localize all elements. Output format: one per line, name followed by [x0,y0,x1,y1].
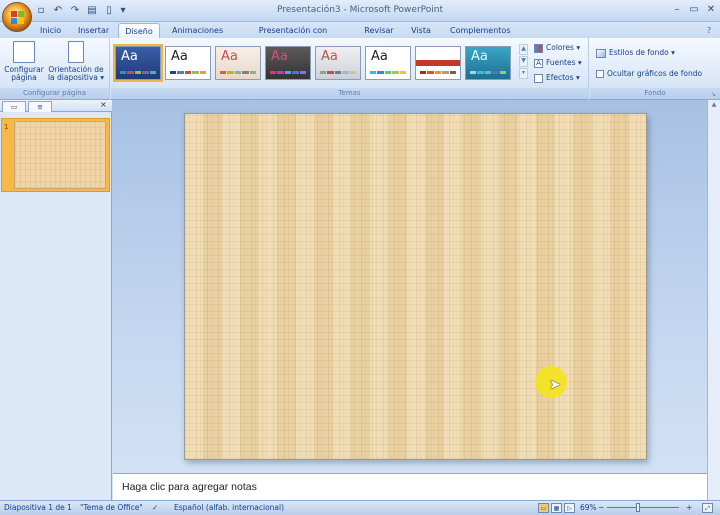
group-label-themes: Temas [111,88,588,99]
group-label-page-setup: Configurar página [0,88,109,99]
vertical-scrollbar[interactable]: ▲ [707,100,720,473]
theme-fonts-label: Fuentes ▾ [546,58,582,67]
hide-background-graphics-label: Ocultar gráficos de fondo [607,69,703,78]
zoom-out-button[interactable]: − [598,503,604,512]
orientation-button[interactable]: Orientación de la diapositiva ▾ [46,41,106,82]
page-setup-label-2: página [11,73,37,82]
theme-2[interactable]: Aa [165,46,211,80]
minimize-button[interactable]: – [668,3,686,17]
tab-outline-icon[interactable]: ≡ [28,101,52,112]
group-page-setup: Configurar página Orientación de la diap… [0,38,110,100]
status-theme-name: "Tema de Office" [80,503,143,512]
office-button[interactable] [2,2,32,32]
tab-animaciones[interactable]: Animaciones [168,23,226,38]
themes-scroll-down-button[interactable]: ▼ [519,56,528,67]
maximize-button[interactable]: ▭ [685,3,703,17]
tab-inicio[interactable]: Inicio [36,23,64,38]
themes-more-button[interactable]: ▾ [519,68,528,79]
theme-colors-button[interactable]: Colores ▾ [534,42,580,54]
page-setup-icon [13,41,35,63]
theme-5[interactable]: Aa [315,46,361,80]
orientation-label-2: la diapositiva ▾ [47,73,105,82]
group-background: Estilos de fondo ▾ Ocultar gráficos de f… [590,38,720,100]
customize-qat-icon[interactable]: ▾ [119,4,127,18]
theme-4[interactable]: Aa [265,46,311,80]
theme-effects-button[interactable]: Efectos ▾ [534,72,580,84]
theme-preview-text: Aa [221,49,238,64]
effects-icon [534,73,543,83]
spellcheck-icon[interactable]: ✓ [152,503,158,512]
theme-7[interactable]: Aa [415,46,461,80]
tab-insertar[interactable]: Insertar [74,23,112,38]
slide-sorter-view-button[interactable]: ▦ [551,503,562,513]
tab-complementos[interactable]: Complementos [446,23,510,38]
status-language[interactable]: Español (alfab. internacional) [174,503,284,512]
zoom-level[interactable]: 69% [580,503,597,512]
normal-view-button[interactable]: ▭ [538,503,549,513]
redo-icon[interactable]: ↷ [68,4,82,18]
slide-thumbnail[interactable] [14,121,106,189]
themes-scroll-up-button[interactable]: ▲ [519,44,528,55]
window-title: Presentación3 - Microsoft PowerPoint [276,5,443,15]
dialog-launcher-icon[interactable]: ↘ [711,91,716,98]
colors-icon [534,43,543,53]
background-styles-button[interactable]: Estilos de fondo ▾ [596,47,675,59]
slide-canvas[interactable] [184,113,647,460]
fit-to-window-button[interactable]: ⤢ [702,503,713,513]
fonts-icon: A [534,58,543,68]
background-styles-icon [596,48,606,58]
tab-presentacion[interactable]: Presentación con diapositivas [234,23,352,50]
quick-access-toolbar: ▫ ↶ ↷ ▤ ▯ ▾ [34,4,127,18]
notes-scrollbar[interactable] [707,473,720,500]
scroll-up-icon[interactable]: ▲ [709,101,719,111]
zoom-in-button[interactable]: + [686,503,692,512]
close-button[interactable]: ✕ [702,3,720,17]
ribbon: Configurar página Orientación de la diap… [0,38,720,100]
help-icon[interactable]: ? [702,23,716,38]
theme-6[interactable]: Aa [365,46,411,80]
slideshow-view-button[interactable]: ▷ [564,503,575,513]
ribbon-tabs: Inicio Insertar Diseño Animaciones Prese… [0,22,720,50]
tab-revisar[interactable]: Revisar [360,23,398,38]
tab-slides-icon[interactable]: ▭ [2,101,26,112]
slides-pane-tabs: ▭ ≡ × [0,100,112,112]
theme-preview-text: Aa [471,49,488,64]
theme-preview-text: Aa [271,49,288,64]
zoom-slider-thumb[interactable] [636,503,640,512]
theme-preview-text: Aa [421,49,438,64]
undo-icon[interactable]: ↶ [51,4,65,18]
theme-effects-label: Efectos ▾ [546,73,580,82]
group-themes: Aa Aa Aa Aa Aa Aa Aa Aa ▲ ▼ ▾ Colores ▾ … [111,38,589,100]
background-styles-label: Estilos de fondo ▾ [609,48,675,57]
tab-vista[interactable]: Vista [406,23,436,38]
hide-background-graphics-checkbox[interactable]: Ocultar gráficos de fondo [596,68,702,80]
zoom-slider-track[interactable] [607,507,679,508]
notes-placeholder[interactable]: Haga clic para agregar notas [122,481,257,493]
tab-diseno[interactable]: Diseño [118,23,160,38]
theme-8[interactable]: Aa [465,46,511,80]
save-icon[interactable]: ▫ [34,4,48,18]
theme-office[interactable]: Aa [113,44,163,82]
theme-3[interactable]: Aa [215,46,261,80]
theme-preview-text: Aa [171,49,188,64]
theme-preview-text: Aa [121,49,138,64]
new-icon[interactable]: ▯ [102,4,116,18]
status-slide-count: Diapositiva 1 de 1 [4,503,72,512]
checkbox-icon [596,70,604,78]
close-pane-icon[interactable]: × [100,100,107,109]
slide-thumbnail-number: 1 [4,123,9,131]
mouse-pointer-icon: ➤ [549,377,561,393]
theme-colors-label: Colores ▾ [546,43,581,52]
theme-preview-text: Aa [321,49,338,64]
open-icon[interactable]: ▤ [85,4,99,18]
theme-fonts-button[interactable]: A Fuentes ▾ [534,57,582,69]
group-label-background: Fondo [590,88,720,99]
office-logo-icon [11,11,24,24]
theme-preview-text: Aa [371,49,388,64]
page-setup-button[interactable]: Configurar página [4,41,44,82]
orientation-icon [68,41,84,63]
